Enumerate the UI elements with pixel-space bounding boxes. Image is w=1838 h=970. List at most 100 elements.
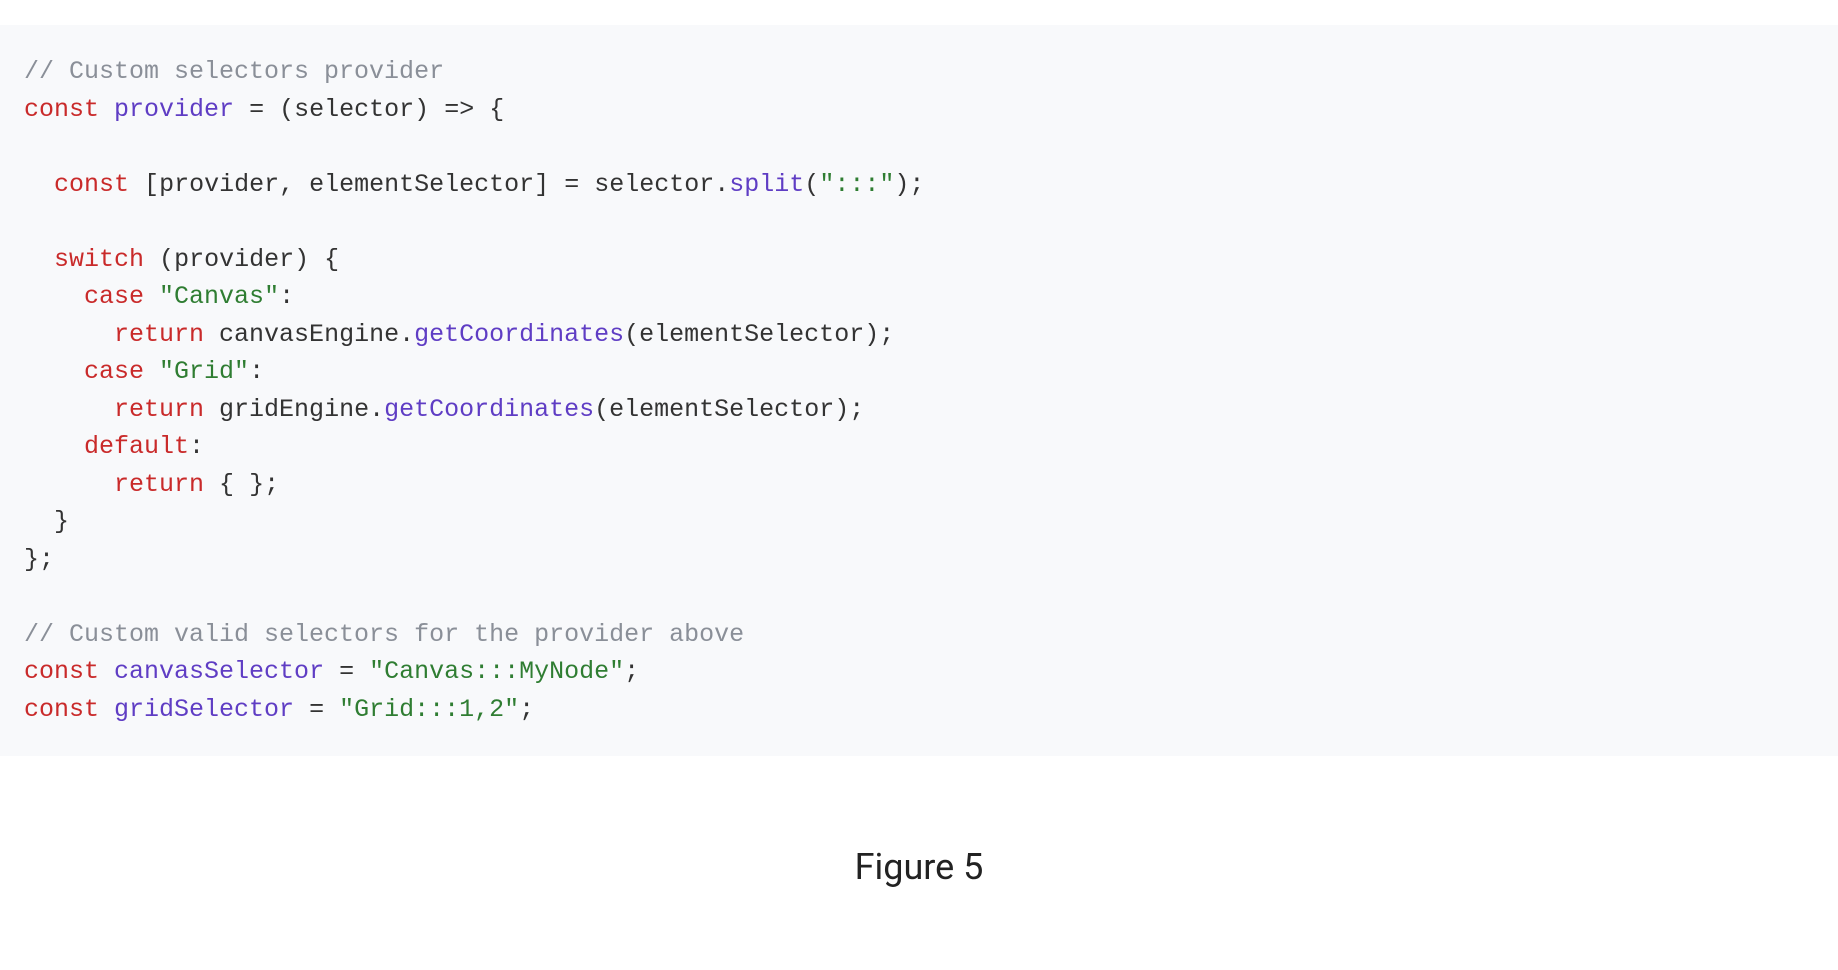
code-token-keyword: const (24, 657, 99, 686)
code-token-punct: ( (594, 395, 609, 424)
code-token-punct: = (309, 695, 324, 724)
code-token-keyword: const (54, 170, 129, 199)
code-line: return gridEngine.getCoordinates(element… (24, 395, 864, 424)
code-token-punct (99, 695, 114, 724)
code-line (24, 207, 39, 236)
code-line: default: (24, 432, 204, 461)
code-token-ident: elementSelector (609, 395, 834, 424)
code-token-punct: . (714, 170, 729, 199)
code-token-keyword: case (84, 282, 144, 311)
code-line: case "Grid": (24, 357, 264, 386)
code-token-punct: ) (414, 95, 429, 124)
code-token-keyword: const (24, 695, 99, 724)
code-line: case "Canvas": (24, 282, 294, 311)
code-line (24, 582, 39, 611)
code-token-punct (99, 95, 114, 124)
code-line: // Custom selectors provider (24, 57, 444, 86)
code-token-string: "Canvas" (159, 282, 279, 311)
code-block: // Custom selectors provider const provi… (0, 25, 1838, 756)
code-line: // Custom valid selectors for the provid… (24, 620, 744, 649)
code-token-punct: ) (864, 320, 879, 349)
code-token-ident: provider (174, 245, 294, 274)
code-token-method: split (729, 170, 804, 199)
code-token-keyword: switch (54, 245, 144, 274)
code-token-keyword: const (24, 95, 99, 124)
code-token-arrow: => (444, 95, 474, 124)
code-token-punct (324, 657, 339, 686)
code-token-punct (264, 95, 279, 124)
code-line: }; (24, 545, 54, 574)
code-token-punct (204, 395, 219, 424)
code-token-punct: = (339, 657, 354, 686)
code-token-punct: } (249, 470, 264, 499)
code-token-keyword: case (84, 357, 144, 386)
code-token-punct (204, 320, 219, 349)
code-token-ident: elementSelector (309, 170, 534, 199)
code-token-ident: provider (159, 170, 279, 199)
code-token-punct: = (249, 95, 264, 124)
code-token-punct (549, 170, 564, 199)
code-token-punct (474, 95, 489, 124)
code-comment: // Custom valid selectors for the provid… (24, 620, 744, 649)
code-token-punct (294, 695, 309, 724)
code-token-punct (294, 170, 309, 199)
code-token-punct: = (564, 170, 579, 199)
code-token-punct: : (279, 282, 294, 311)
code-token-ident: gridEngine (219, 395, 369, 424)
code-token-keyword: default (84, 432, 189, 461)
code-token-punct (579, 170, 594, 199)
code-token-ident: selector (294, 95, 414, 124)
code-token-punct: ) (834, 395, 849, 424)
code-token-punct: ; (624, 657, 639, 686)
code-token-punct: { (489, 95, 504, 124)
code-token-punct (144, 245, 159, 274)
code-token-string: ":::" (819, 170, 894, 199)
code-token-punct: ; (519, 695, 534, 724)
code-token-punct (129, 170, 144, 199)
code-token-punct: ; (909, 170, 924, 199)
code-token-keyword: return (114, 320, 204, 349)
code-token-decl: gridSelector (114, 695, 294, 724)
code-token-punct (99, 657, 114, 686)
code-line: const gridSelector = "Grid:::1,2"; (24, 695, 534, 724)
code-token-punct: ( (624, 320, 639, 349)
page: // Custom selectors provider const provi… (0, 25, 1838, 888)
code-comment: // Custom selectors provider (24, 57, 444, 86)
code-token-ident: canvasEngine (219, 320, 399, 349)
code-token-punct (144, 357, 159, 386)
code-token-decl: canvasSelector (114, 657, 324, 686)
code-token-punct: , (279, 170, 294, 199)
code-token-keyword: return (114, 395, 204, 424)
code-token-string: "Grid" (159, 357, 249, 386)
code-token-punct (144, 282, 159, 311)
code-line (24, 132, 39, 161)
code-line: return canvasEngine.getCoordinates(eleme… (24, 320, 894, 349)
code-token-punct: ) (294, 245, 309, 274)
code-token-punct (429, 95, 444, 124)
code-token-decl: provider (114, 95, 234, 124)
code-line: } (24, 507, 69, 536)
code-line: const [provider, elementSelector] = sele… (24, 170, 924, 199)
code-token-punct: : (249, 357, 264, 386)
code-token-punct: ] (534, 170, 549, 199)
code-token-ident: selector (594, 170, 714, 199)
code-token-punct (309, 245, 324, 274)
code-token-punct (204, 470, 219, 499)
code-token-punct: } (24, 545, 39, 574)
code-token-punct: ) (894, 170, 909, 199)
code-line: const provider = (selector) => { (24, 95, 504, 124)
code-token-punct: ; (264, 470, 279, 499)
code-line: return { }; (24, 470, 279, 499)
code-token-punct (354, 657, 369, 686)
code-token-punct: ( (159, 245, 174, 274)
code-token-punct (324, 695, 339, 724)
code-token-punct: { (324, 245, 339, 274)
code-token-ident: elementSelector (639, 320, 864, 349)
code-token-method: getCoordinates (384, 395, 594, 424)
code-token-punct: ; (879, 320, 894, 349)
code-token-punct: } (54, 507, 69, 536)
code-line: const canvasSelector = "Canvas:::MyNode"… (24, 657, 639, 686)
code-token-keyword: return (114, 470, 204, 499)
code-token-string: "Grid:::1,2" (339, 695, 519, 724)
code-token-punct: { (219, 470, 234, 499)
